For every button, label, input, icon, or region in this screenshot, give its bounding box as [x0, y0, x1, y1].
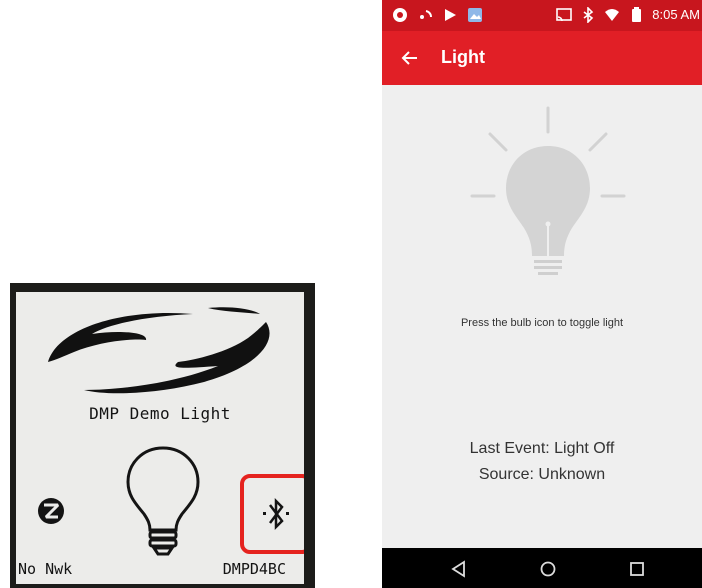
- page-title: Light: [441, 47, 485, 67]
- navigation-bar: [382, 548, 702, 588]
- cast-icon: [556, 8, 573, 22]
- last-event-text: Last Event: Light Off: [469, 440, 615, 457]
- status-bar-right-icons: 8:05 AM: [556, 7, 700, 23]
- bluetooth-icon: [583, 7, 594, 23]
- nav-recents-button[interactable]: [626, 558, 648, 580]
- lcd-screen: DMP Demo Light No Nwk DMPD4BC: [16, 292, 304, 584]
- battery-icon: [632, 7, 642, 22]
- network-status: No Nwk: [18, 560, 73, 578]
- bluetooth-icon: [263, 497, 289, 531]
- status-bar: 8:05 AM: [382, 0, 702, 31]
- wifi-icon: [605, 9, 620, 21]
- toggle-hint-text: Press the bulb icon to toggle light: [460, 317, 624, 329]
- nav-back-button[interactable]: [448, 558, 470, 580]
- home-icon: [540, 561, 556, 577]
- play-store-icon: [445, 9, 456, 21]
- device-id: DMPD4BC: [222, 560, 286, 578]
- recents-icon: [630, 562, 644, 576]
- lcd-title: DMP Demo Light: [89, 404, 231, 423]
- lcd-board-photo: DMP Demo Light No Nwk DMPD4BC: [10, 283, 315, 588]
- chrome-icon: [393, 8, 407, 22]
- zigbee-icon: [38, 498, 64, 524]
- image-icon: [468, 8, 482, 22]
- android-phone-screen: 8:05 AM Light Press the bulb icon to tog…: [382, 0, 702, 588]
- light-bulb-toggle-icon[interactable]: [468, 100, 628, 290]
- arrow-left-icon: [401, 51, 417, 65]
- silicon-labs-logo: [48, 307, 270, 394]
- wifi-dots-icon: [420, 10, 433, 19]
- source-text: Source: Unknown: [478, 466, 606, 483]
- nav-home-button[interactable]: [537, 558, 559, 580]
- back-button[interactable]: [396, 44, 424, 72]
- back-icon: [451, 560, 465, 578]
- bluetooth-highlight-box[interactable]: [240, 474, 304, 554]
- status-time: 8:05 AM: [652, 7, 700, 22]
- app-bar: Light: [382, 31, 702, 85]
- bulb-icon: [126, 446, 200, 556]
- status-bar-left-icons: [392, 7, 483, 23]
